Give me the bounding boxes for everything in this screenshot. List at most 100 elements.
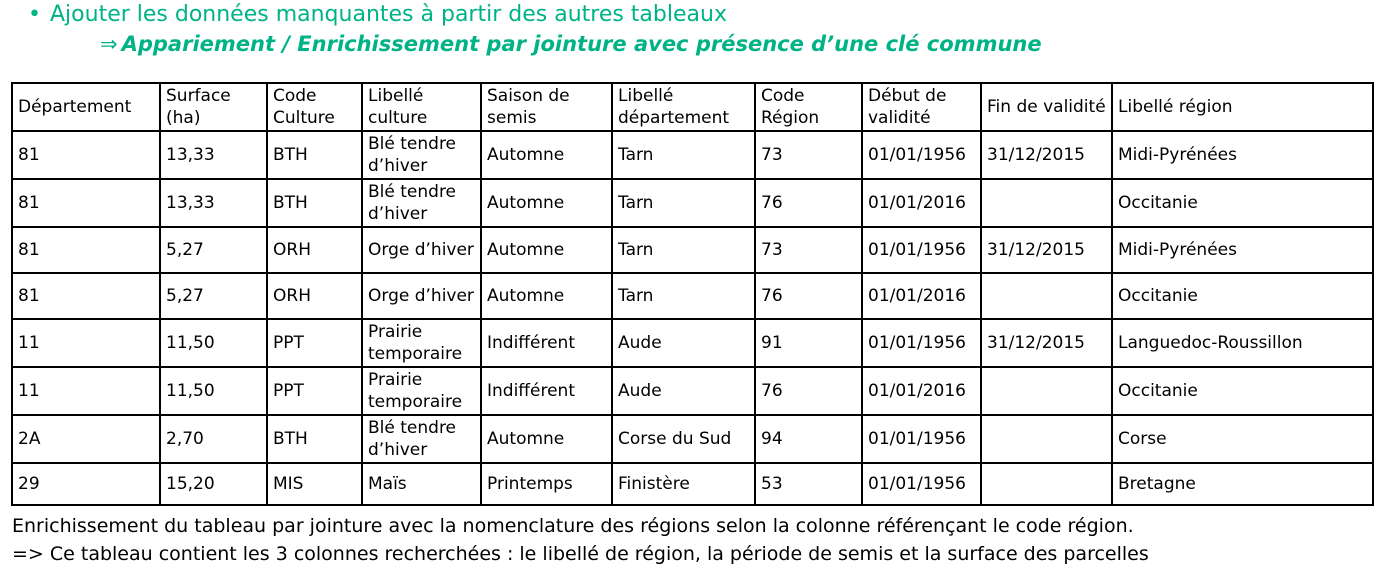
table-cell: 11,50 <box>159 366 268 416</box>
table-cell: Occitanie <box>1111 178 1374 228</box>
table-cell: 01/01/2016 <box>861 366 982 416</box>
column-header: Début de validité <box>861 82 982 132</box>
column-header: Département <box>11 82 161 132</box>
table-cell: 76 <box>754 366 863 416</box>
table-cell: BTH <box>266 130 363 180</box>
table-cell: Blé tendre d’hiver <box>361 130 482 180</box>
column-header: Libellé région <box>1111 82 1374 132</box>
table-cell: ORH <box>266 272 363 320</box>
table-cell: Midi-Pyrénées <box>1111 130 1374 180</box>
table-row: 81 13,33 BTH Blé tendre d’hiver Automne … <box>11 130 1374 180</box>
table-cell <box>980 462 1113 506</box>
table-cell: 31/12/2015 <box>980 130 1113 180</box>
table-cell: 01/01/1956 <box>861 462 982 506</box>
table-cell: 29 <box>11 462 161 506</box>
table-cell: PPT <box>266 318 363 368</box>
table-cell: Tarn <box>611 178 756 228</box>
table-cell: 76 <box>754 272 863 320</box>
table-row: 2A 2,70 BTH Blé tendre d’hiver Automne C… <box>11 414 1374 464</box>
joined-data-table: Département Surface (ha) Code Culture Li… <box>11 82 1374 506</box>
table-cell: 11 <box>11 366 161 416</box>
table-cell: Orge d’hiver <box>361 226 482 274</box>
table-cell: 11 <box>11 318 161 368</box>
table-cell <box>980 366 1113 416</box>
table-cell: Occitanie <box>1111 272 1374 320</box>
table-cell: Automne <box>480 414 613 464</box>
bullet-icon: • <box>28 2 41 27</box>
table-cell: Occitanie <box>1111 366 1374 416</box>
table-cell: PPT <box>266 366 363 416</box>
table-cell: 5,27 <box>159 226 268 274</box>
table-cell: 94 <box>754 414 863 464</box>
table-cell: Indifférent <box>480 318 613 368</box>
table-cell: 01/01/1956 <box>861 130 982 180</box>
table-cell <box>980 272 1113 320</box>
table-cell: 73 <box>754 130 863 180</box>
table-cell: Automne <box>480 178 613 228</box>
table-cell: 81 <box>11 272 161 320</box>
table-cell: 01/01/1956 <box>861 226 982 274</box>
table-row: 11 11,50 PPT Prairie temporaire Indiffér… <box>11 366 1374 416</box>
table-header-row: Département Surface (ha) Code Culture Li… <box>11 82 1374 132</box>
table-cell: 5,27 <box>159 272 268 320</box>
table-cell: BTH <box>266 414 363 464</box>
table-cell: Tarn <box>611 130 756 180</box>
column-header: Surface (ha) <box>159 82 268 132</box>
table-cell: Orge d’hiver <box>361 272 482 320</box>
table-cell: 91 <box>754 318 863 368</box>
heading-bullet-line: • Ajouter les données manquantes à partir… <box>28 2 727 27</box>
table-cell <box>980 414 1113 464</box>
table-cell: 11,50 <box>159 318 268 368</box>
table-cell: Aude <box>611 318 756 368</box>
table-cell: Printemps <box>480 462 613 506</box>
table-cell: 73 <box>754 226 863 274</box>
table-cell: 2,70 <box>159 414 268 464</box>
column-header: Code Culture <box>266 82 363 132</box>
table-cell: 01/01/2016 <box>861 178 982 228</box>
table-cell: Finistère <box>611 462 756 506</box>
table-cell: 53 <box>754 462 863 506</box>
table-cell <box>980 178 1113 228</box>
table-cell: Blé tendre d’hiver <box>361 178 482 228</box>
table-cell: Automne <box>480 272 613 320</box>
table-cell: Corse du Sud <box>611 414 756 464</box>
table-cell: 01/01/2016 <box>861 272 982 320</box>
table-cell: Automne <box>480 130 613 180</box>
column-header: Saison de semis <box>480 82 613 132</box>
table-cell: Prairie temporaire <box>361 366 482 416</box>
table-cell: Automne <box>480 226 613 274</box>
table-cell: Tarn <box>611 226 756 274</box>
column-header: Fin de validité <box>980 82 1113 132</box>
table-cell: 81 <box>11 178 161 228</box>
column-header: Libellé culture <box>361 82 482 132</box>
table-cell: 76 <box>754 178 863 228</box>
table-cell: 13,33 <box>159 178 268 228</box>
column-header: Code Région <box>754 82 863 132</box>
footer-conclusion: => Ce tableau contient les 3 colonnes re… <box>12 543 1149 565</box>
table-row: 81 13,33 BTH Blé tendre d’hiver Automne … <box>11 178 1374 228</box>
table-row: 29 15,20 MIS Maïs Printemps Finistère 53… <box>11 462 1374 506</box>
table-row: 11 11,50 PPT Prairie temporaire Indiffér… <box>11 318 1374 368</box>
column-header: Libellé département <box>611 82 756 132</box>
footer-description: Enrichissement du tableau par jointure a… <box>12 515 1134 537</box>
table-cell: Blé tendre d’hiver <box>361 414 482 464</box>
table-cell: 31/12/2015 <box>980 318 1113 368</box>
table-cell: 81 <box>11 130 161 180</box>
table-cell: Languedoc-Roussillon <box>1111 318 1374 368</box>
table-cell: 81 <box>11 226 161 274</box>
table-cell: Midi-Pyrénées <box>1111 226 1374 274</box>
table-cell: BTH <box>266 178 363 228</box>
table-cell: 15,20 <box>159 462 268 506</box>
heading-subtext: Appariement / Enrichissement par jointur… <box>121 32 1042 56</box>
table-cell: 2A <box>11 414 161 464</box>
table-cell: ORH <box>266 226 363 274</box>
table-cell: 01/01/1956 <box>861 414 982 464</box>
table-cell: Bretagne <box>1111 462 1374 506</box>
table-cell: Maïs <box>361 462 482 506</box>
table-cell: 31/12/2015 <box>980 226 1113 274</box>
table-row: 81 5,27 ORH Orge d’hiver Automne Tarn 76… <box>11 272 1374 320</box>
table-row: 81 5,27 ORH Orge d’hiver Automne Tarn 73… <box>11 226 1374 274</box>
table-cell: Aude <box>611 366 756 416</box>
table-cell: Prairie temporaire <box>361 318 482 368</box>
heading-text: Ajouter les données manquantes à partir … <box>50 2 727 27</box>
